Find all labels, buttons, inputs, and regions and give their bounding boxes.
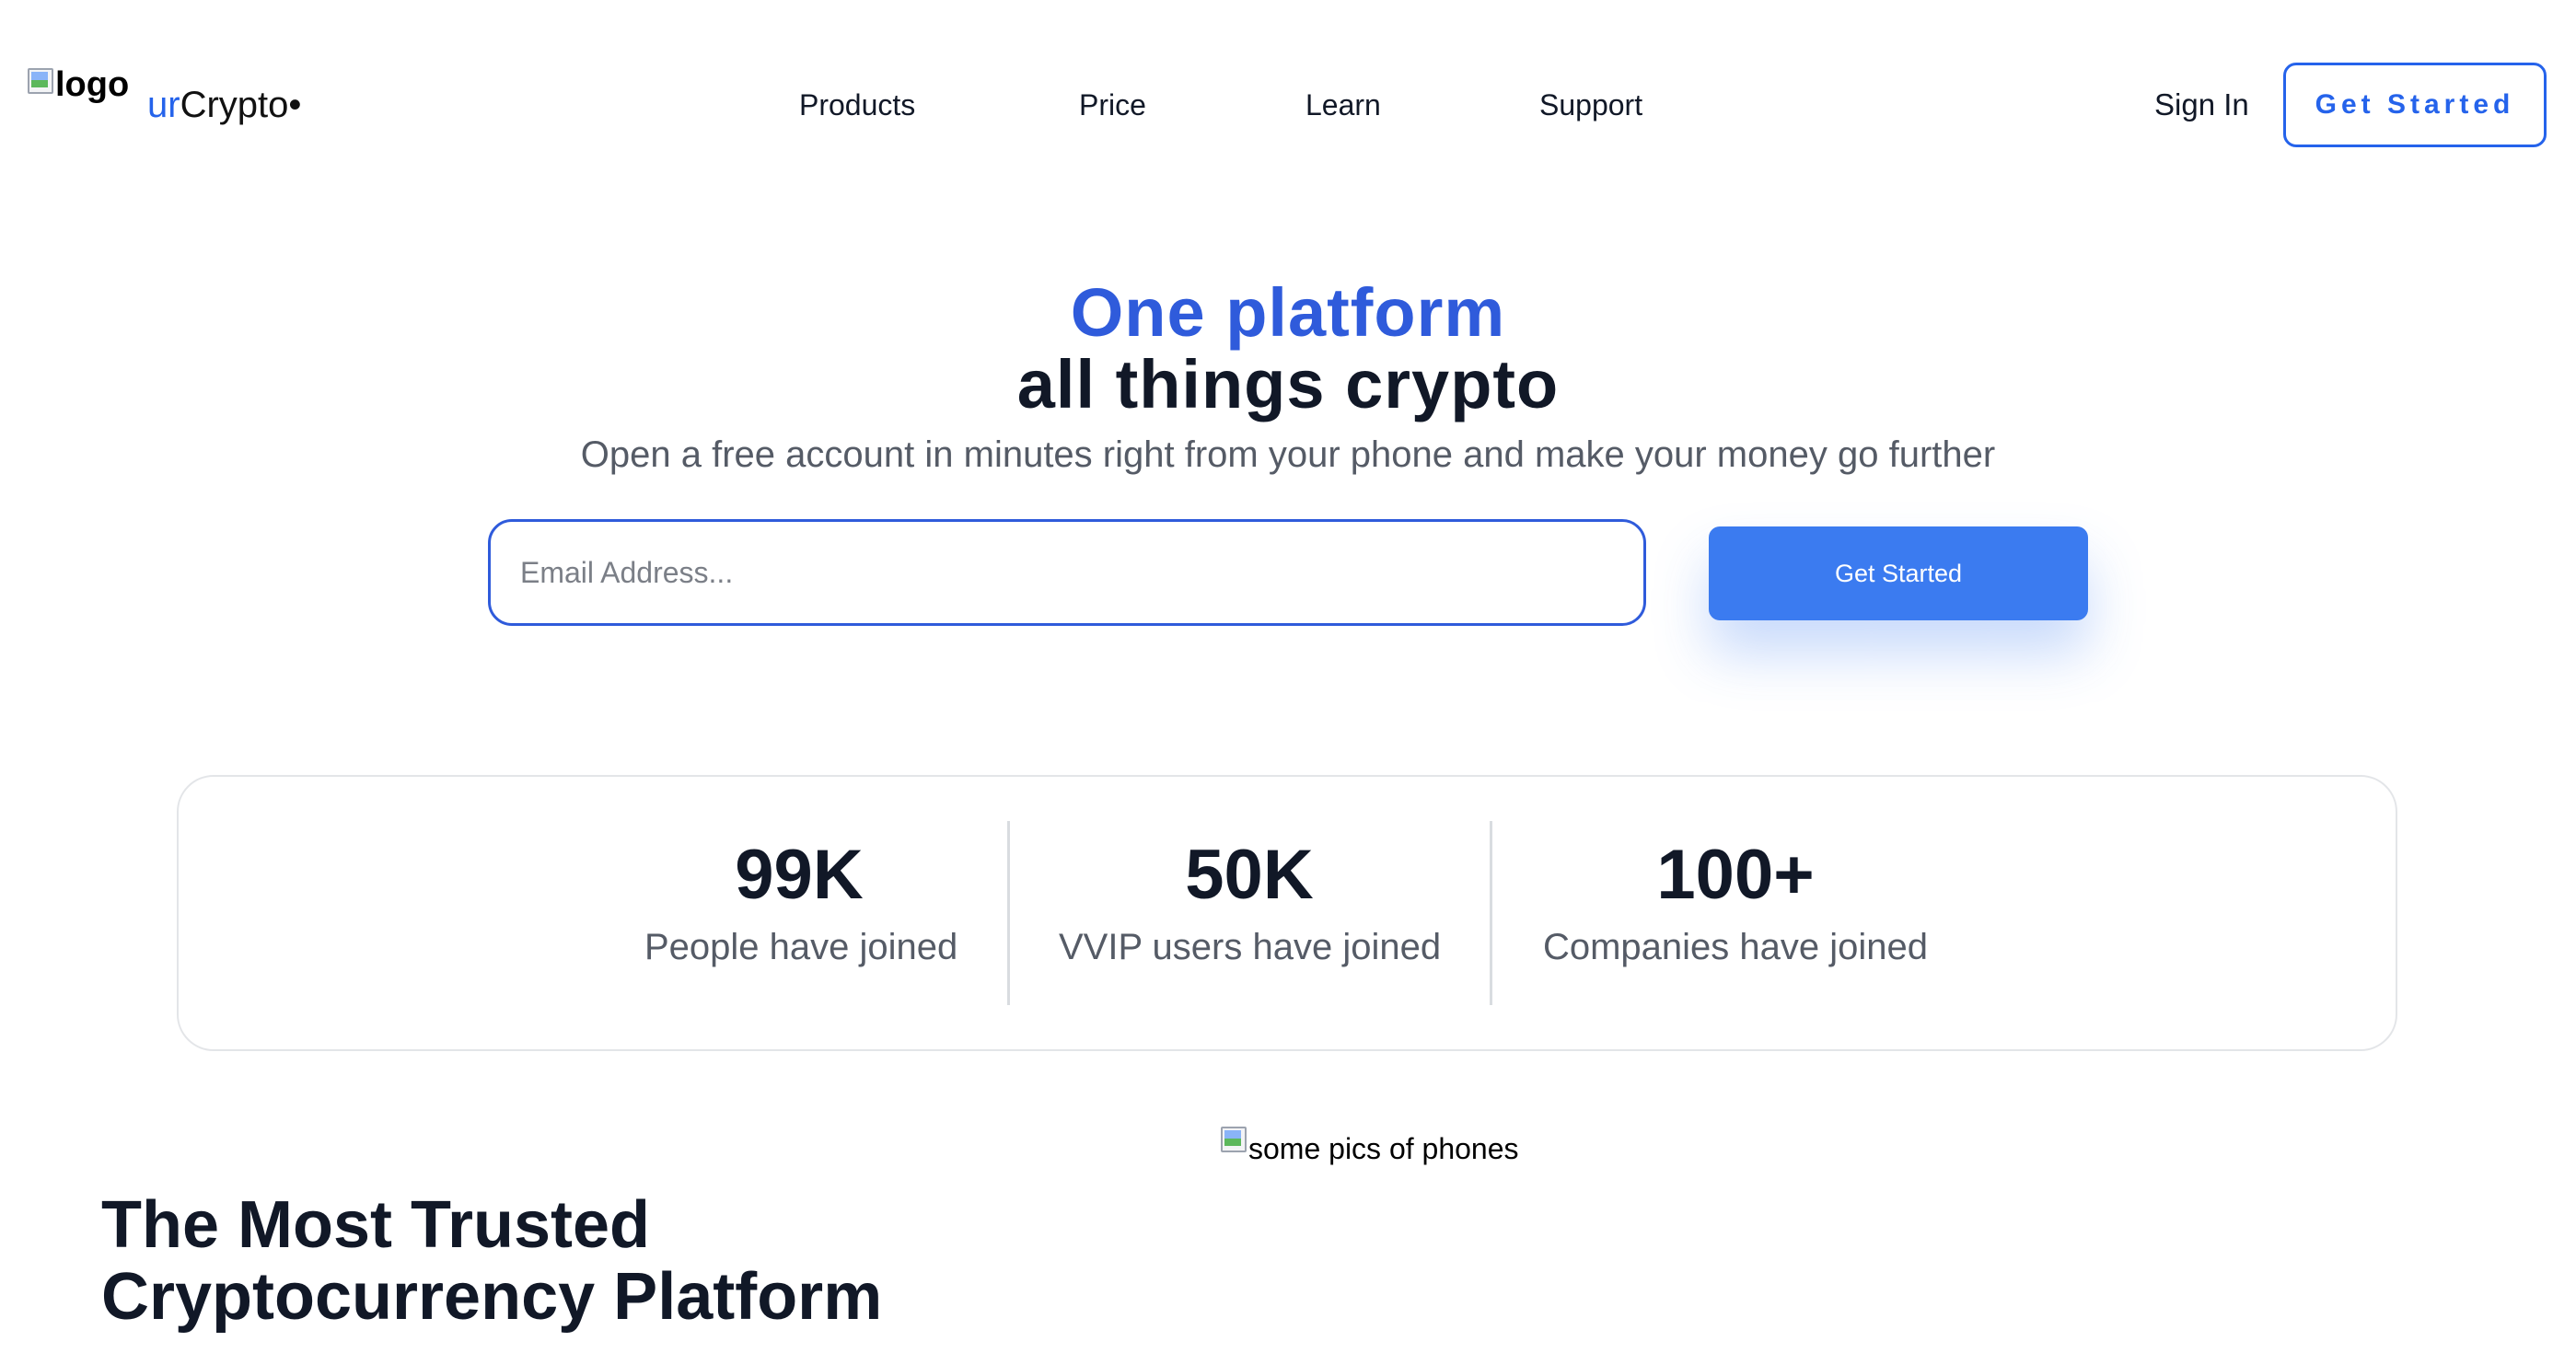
hero-subtitle: Open a free account in minutes right fro… [580, 434, 1996, 475]
section-title: The Most Trusted Cryptocurrency Platform [101, 1189, 882, 1333]
stat-value-companies: 100+ [1656, 836, 1815, 914]
brand-rest: Crypto• [180, 85, 302, 125]
header-get-started-button[interactable]: Get Started [2283, 63, 2547, 147]
stat-value-vvip: 50K [1185, 836, 1314, 914]
brand-name[interactable]: urCrypto• [147, 83, 301, 127]
hero-title: all things crypto [1016, 346, 1560, 422]
stat-divider [1490, 821, 1492, 1005]
logo-image[interactable]: logo [28, 66, 129, 103]
stat-value-people: 99K [735, 836, 864, 914]
brand-prefix: ur [147, 85, 180, 125]
broken-image-icon [28, 66, 53, 94]
broken-image-icon [1221, 1125, 1247, 1152]
stat-label-vvip: VVIP users have joined [1059, 927, 1442, 967]
nav-products[interactable]: Products [799, 87, 915, 123]
hero-get-started-button[interactable]: Get Started [1709, 526, 2088, 620]
section-title-line1: The Most Trusted [101, 1188, 651, 1262]
nav-learn[interactable]: Learn [1305, 87, 1381, 123]
nav-price[interactable]: Price [1079, 87, 1146, 123]
phones-alt-text: some pics of phones [1248, 1132, 1519, 1165]
logo-alt-text: logo [55, 65, 130, 104]
section-title-line2: Cryptocurrency Platform [101, 1260, 883, 1334]
email-input[interactable] [488, 519, 1646, 626]
stat-divider [1007, 821, 1010, 1005]
stat-label-companies: Companies have joined [1542, 927, 1929, 967]
nav-support[interactable]: Support [1539, 87, 1642, 123]
sign-in-link[interactable]: Sign In [2154, 87, 2249, 123]
stat-label-people: People have joined [644, 927, 958, 967]
phones-image: some pics of phones [1221, 1125, 1519, 1167]
hero-title-highlight: One platform [1070, 274, 1506, 351]
